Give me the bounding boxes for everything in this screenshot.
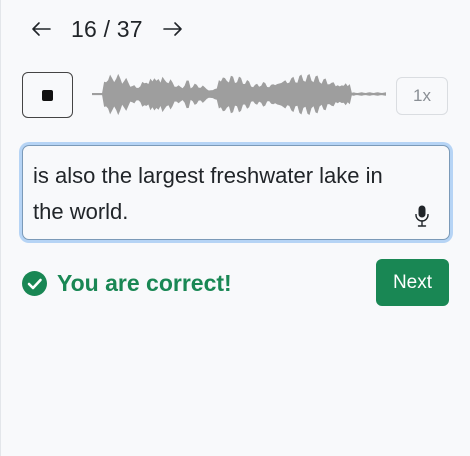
audio-player: 1x <box>22 72 448 120</box>
next-button[interactable]: Next <box>376 259 449 306</box>
answer-text[interactable]: is also the largest freshwater lake in t… <box>33 158 415 230</box>
stop-button[interactable] <box>22 72 73 118</box>
feedback-message: You are correct! <box>22 270 232 297</box>
arrow-right-icon <box>162 22 182 36</box>
microphone-icon[interactable] <box>415 205 429 227</box>
pagination: 16 / 37 <box>28 14 186 44</box>
playback-speed-button[interactable]: 1x <box>396 77 448 115</box>
arrow-left-icon <box>32 22 51 36</box>
waveform-path <box>92 73 386 116</box>
prev-button[interactable] <box>28 14 54 44</box>
audio-waveform[interactable] <box>92 70 386 124</box>
feedback-text: You are correct! <box>57 270 232 296</box>
next-page-button[interactable] <box>160 14 186 44</box>
answer-input[interactable]: is also the largest freshwater lake in t… <box>22 145 450 240</box>
stop-icon <box>42 89 53 101</box>
page-counter: 16 / 37 <box>71 15 143 42</box>
check-circle-icon <box>22 271 47 296</box>
